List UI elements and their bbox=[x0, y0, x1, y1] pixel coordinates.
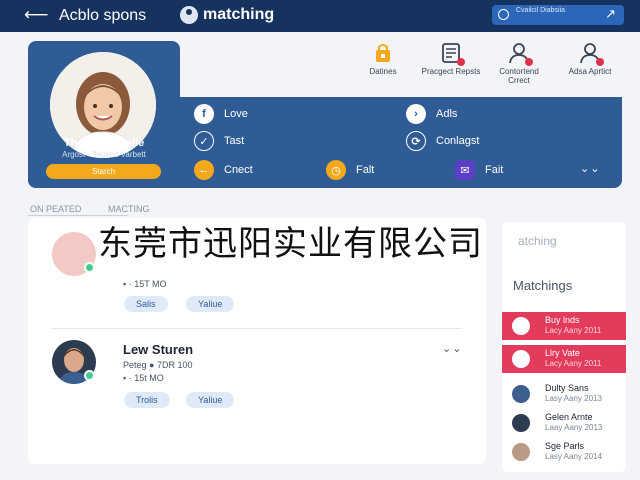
quick-action-datines[interactable]: Datines bbox=[353, 42, 413, 76]
brand: matching bbox=[180, 6, 274, 24]
tag-chip[interactable]: Salis bbox=[124, 296, 168, 312]
menu-item-love[interactable]: f Love bbox=[194, 104, 248, 124]
matching-item[interactable]: Buy lnds Lacy Aany 2011 bbox=[502, 312, 626, 340]
notification-dot bbox=[457, 58, 465, 66]
matching-item[interactable]: Gelen Arnte Laay Aany 2013 bbox=[502, 409, 626, 437]
list-item-meta: ▪ · 15T MO bbox=[123, 279, 167, 289]
arrow-left-icon: ← bbox=[194, 160, 214, 180]
chevron-right-icon: › bbox=[406, 104, 426, 124]
avatar bbox=[512, 443, 530, 461]
avatar bbox=[512, 350, 530, 368]
menu-item-label: Adls bbox=[436, 108, 458, 120]
profile-card: Tharsinal Welle Argost - Tedend Varbett … bbox=[28, 41, 180, 188]
matching-sub: Lacy Aany 2011 bbox=[545, 359, 602, 368]
avatar bbox=[512, 414, 530, 432]
user-icon bbox=[508, 42, 533, 66]
matching-name: Sge Parls bbox=[545, 441, 585, 451]
tag-chip[interactable]: Trolis bbox=[124, 392, 170, 408]
check-icon: ✓ bbox=[194, 131, 214, 151]
menu-item-tast[interactable]: ✓ Tast bbox=[194, 131, 244, 151]
search-icon bbox=[498, 9, 509, 20]
notification-dot bbox=[525, 58, 533, 66]
list-item-detail: Peteg ● 7DR 100 bbox=[123, 360, 193, 370]
menu-item-label: Cnect bbox=[224, 164, 253, 176]
menu-item-label: Fait bbox=[485, 164, 504, 176]
matching-name: Dulty Sans bbox=[545, 383, 589, 393]
quick-action-projects[interactable]: Pracgect Repsts bbox=[421, 42, 481, 76]
menu-item-fait[interactable]: ✉ Fait bbox=[455, 160, 503, 180]
menu-item-falt[interactable]: ◷ Falt bbox=[326, 160, 374, 180]
app-title: Acblo spons bbox=[59, 7, 147, 24]
list-item-name: Lew Sturen bbox=[123, 342, 194, 357]
tag-chip[interactable]: Yaliue bbox=[186, 392, 235, 408]
user-icon bbox=[579, 42, 604, 66]
tab-repeated[interactable]: ON PEATED bbox=[30, 204, 81, 214]
brand-name: matching bbox=[203, 6, 275, 23]
top-action-label: Cvailcil Diabsiia bbox=[516, 7, 566, 14]
matching-item[interactable]: Llry Vate Lacy Aany 2011 bbox=[502, 345, 626, 373]
top-action-button[interactable]: Cvailcil Diabsiia ↗ bbox=[492, 5, 624, 25]
facebook-icon: f bbox=[194, 104, 214, 124]
quick-action-label: Datines bbox=[369, 67, 397, 76]
quick-action-admin[interactable]: Adsa Aprtict bbox=[560, 42, 620, 76]
menu-item-cnect[interactable]: ← Cnect bbox=[194, 160, 253, 180]
arrow-left-icon[interactable]: ⟵ bbox=[24, 5, 48, 25]
search-button[interactable]: Starch bbox=[46, 164, 161, 179]
online-status-icon bbox=[84, 262, 95, 273]
menu-item-label: Tast bbox=[224, 135, 245, 147]
top-bar: ⟵ Acblo spons matching Cvailcil Diabsiia… bbox=[0, 0, 640, 32]
company-overlay-text: 东莞市迅阳实业有限公司 bbox=[98, 222, 483, 266]
panel-title: Matchings bbox=[513, 278, 573, 293]
profile-subtitle: Argost - Tedend Varbett bbox=[62, 150, 146, 159]
clock-icon: ◷ bbox=[326, 160, 346, 180]
quick-action-label: Contortend Crrect bbox=[499, 67, 539, 85]
matching-item[interactable]: Sge Parls Lasy Aany 2014 bbox=[502, 438, 626, 466]
quick-action-label: Pracgect Repsts bbox=[421, 67, 481, 76]
tab-underline bbox=[28, 215, 128, 216]
avatar bbox=[512, 385, 530, 403]
menu-item-conlagst[interactable]: ⟳ Conlagst bbox=[406, 131, 479, 151]
tab-matching[interactable]: MACTING bbox=[108, 204, 150, 214]
quick-action-label: Adsa Aprtict bbox=[568, 67, 612, 76]
notification-dot bbox=[596, 58, 604, 66]
matching-name: Gelen Arnte bbox=[545, 412, 593, 422]
chat-icon: ✉ bbox=[455, 160, 475, 180]
menu-item-adls[interactable]: › Adls bbox=[406, 104, 457, 124]
tag-chip[interactable]: Yaliue bbox=[186, 296, 235, 312]
menu-item-label: Love bbox=[224, 108, 248, 120]
matching-sub: Laay Aany 2013 bbox=[545, 423, 603, 432]
menu-item-label: Falt bbox=[356, 164, 375, 176]
menu-item-label: Conlagst bbox=[436, 135, 480, 147]
arrow-up-right-icon: ↗ bbox=[605, 6, 616, 21]
avatar bbox=[512, 317, 530, 335]
chevron-down-icon[interactable]: ⌄⌄ bbox=[442, 342, 462, 355]
brand-logo-icon bbox=[180, 6, 198, 24]
matching-item[interactable]: Dulty Sans Lasy Aany 2013 bbox=[502, 380, 626, 408]
matching-name: Llry Vate bbox=[545, 348, 580, 358]
matching-sub: Lasy Aany 2013 bbox=[545, 394, 602, 403]
panel-ghost-title: atching bbox=[518, 234, 557, 248]
refresh-icon: ⟳ bbox=[406, 131, 426, 151]
chevron-down-icon[interactable]: ⌄⌄ bbox=[580, 162, 600, 175]
online-status-icon bbox=[84, 370, 95, 381]
matching-sub: Lasy Aany 2014 bbox=[545, 452, 602, 461]
list-item-meta: ▪ · 15t MO bbox=[123, 373, 164, 383]
document-icon bbox=[440, 42, 465, 66]
quick-action-contacts[interactable]: Contortend Crrect bbox=[489, 42, 549, 85]
divider bbox=[52, 328, 462, 329]
profile-name: Tharsinal Welle bbox=[63, 137, 145, 149]
matching-name: Buy lnds bbox=[545, 315, 580, 325]
matchings-panel: atching Matchings Buy lnds Lacy Aany 201… bbox=[502, 222, 626, 472]
lock-icon bbox=[372, 42, 394, 64]
matching-sub: Lacy Aany 2011 bbox=[545, 326, 602, 335]
